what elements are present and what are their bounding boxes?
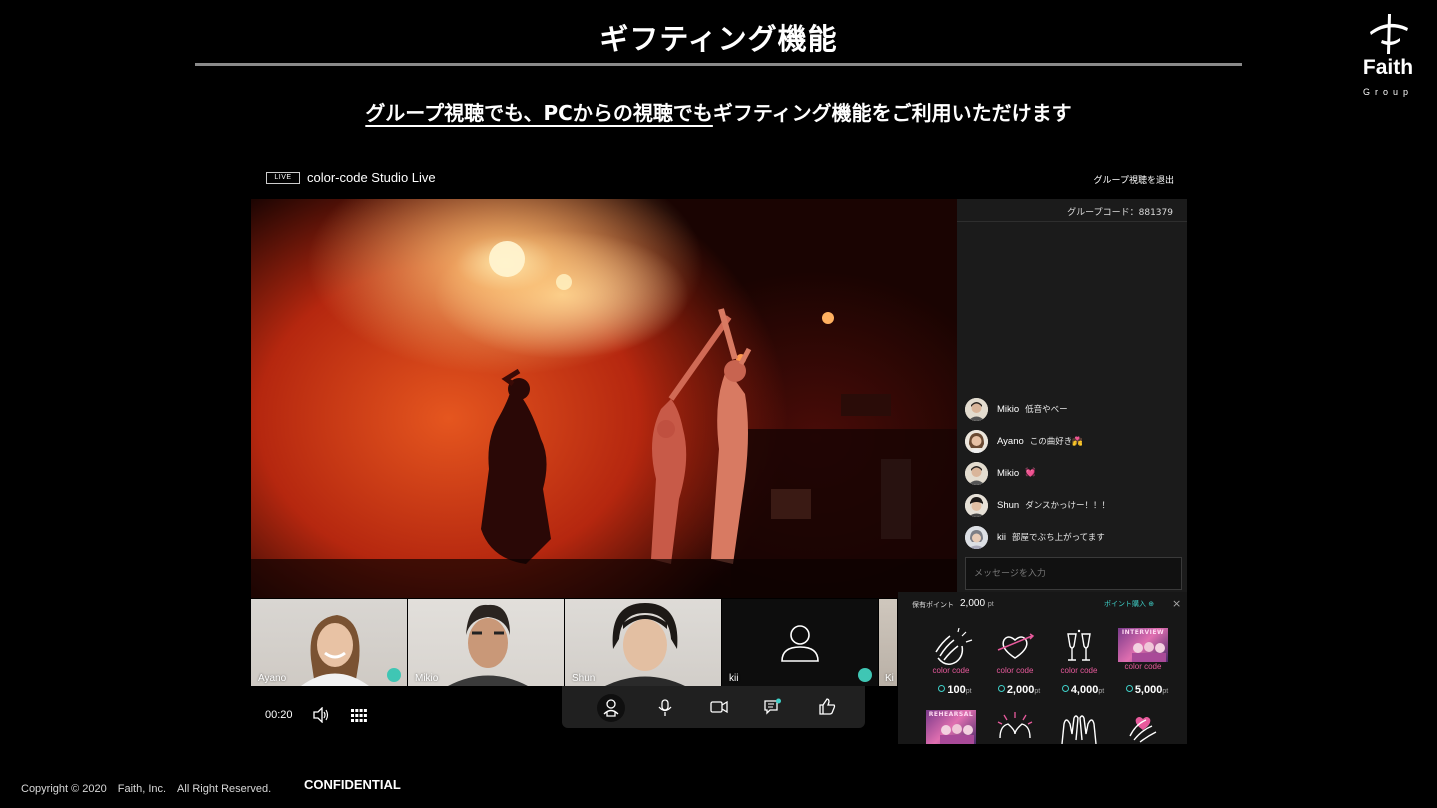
camera-icon[interactable]: [710, 700, 728, 714]
participant-tile[interactable]: kii: [722, 599, 878, 686]
faith-emblem-icon: [1370, 14, 1408, 54]
chat-message: kii 部屋でぶち上がってます: [965, 521, 1180, 553]
participant-name: kii: [729, 673, 739, 684]
stream-title: color-code Studio Live: [307, 170, 436, 185]
gift-item[interactable]: [1048, 710, 1108, 744]
gift-item[interactable]: REHEARSAL: [920, 710, 980, 744]
logo-subtitle: Group: [1362, 87, 1413, 97]
brand-label: color code: [1124, 662, 1162, 671]
group-view-button[interactable]: [596, 693, 626, 723]
faith-logo: Faith Group: [1352, 10, 1424, 102]
call-controls: [562, 686, 865, 728]
participant-tile[interactable]: Mikio: [408, 599, 564, 686]
champagne-toast-icon: color code: [1061, 629, 1098, 675]
gift-item[interactable]: color code 100pt: [920, 628, 980, 698]
gift-price: 100pt: [920, 684, 990, 696]
participant-name: Mikio: [415, 673, 439, 684]
svg-text:color code: color code: [933, 666, 970, 675]
avatar: [965, 397, 988, 421]
gift-price: 5,000pt: [1112, 684, 1182, 696]
gift-item[interactable]: color code 4,000pt: [1048, 628, 1108, 698]
microphone-icon[interactable]: [658, 699, 672, 717]
avatar: [965, 461, 988, 485]
user-placeholder-icon: [781, 625, 819, 662]
rehearsal-video-thumbnail: REHEARSAL: [926, 710, 976, 744]
slide-title: ギフティング機能: [599, 22, 838, 56]
gift-price: 4,000pt: [1048, 684, 1118, 696]
avatar: [965, 429, 988, 453]
gift-item[interactable]: [1112, 710, 1172, 744]
chat-text: 低音やべー: [1025, 405, 1068, 415]
points-label: 保有ポイント: [912, 601, 954, 609]
coin-icon: [1061, 685, 1069, 692]
chat-text: 部屋でぶち上がってます: [1011, 533, 1105, 543]
svg-text:color code: color code: [997, 666, 1034, 675]
stage-scene: [251, 241, 957, 598]
chat-text: ダンスかっけー！！！: [1025, 501, 1111, 511]
group-view-icon: [387, 668, 401, 682]
chat-icon[interactable]: [764, 698, 782, 715]
live-video[interactable]: [251, 199, 957, 598]
gift-item[interactable]: INTERVIEW color code 5,000pt: [1112, 628, 1172, 698]
gift-panel: 保有ポイント 2,000 pt ポイント購入 ⊕ × color code 10…: [898, 592, 1187, 744]
heart-arrow-icon: color code: [997, 633, 1035, 675]
title-divider: [195, 63, 1242, 66]
coin-icon: [938, 685, 946, 692]
leave-group-button[interactable]: グループ視聴を退出: [1080, 173, 1174, 186]
participant-name: Ki: [885, 673, 894, 684]
participant-tile[interactable]: Ayano: [251, 599, 407, 686]
heart-hands-icon: [997, 712, 1033, 739]
gift-panel-header: 保有ポイント 2,000 pt ポイント購入 ⊕ ×: [898, 592, 1187, 616]
chat-message: Mikio 低音やべー: [965, 393, 1180, 425]
slide-subtitle: グループ視聴でも、PCからの視聴でもギフティング機能をご利用いただけます: [0, 97, 1437, 126]
participant-name: Ayano: [258, 673, 287, 684]
avatar: [965, 525, 988, 549]
chat-message: Ayano この曲好き💏: [965, 425, 1180, 457]
avatar: [965, 493, 988, 517]
chat-message: Shun ダンスかっけー！！！: [965, 489, 1180, 521]
elapsed-time: 00:20: [265, 709, 293, 721]
participant-tile[interactable]: Ki: [879, 599, 897, 686]
thumbs-up-icon[interactable]: [819, 698, 836, 715]
volume-icon[interactable]: [312, 707, 330, 723]
clapping-heart-icon: [1129, 717, 1157, 743]
subtitle-rest: ギフティング機能をご利用いただけます: [712, 101, 1072, 125]
participant-tile[interactable]: Shun: [565, 599, 721, 686]
participant-name: Shun: [572, 673, 596, 684]
chat-list: Mikio 低音やべー Ayano この曲好き💏 Mikio 💓 Shun ダン…: [965, 393, 1180, 553]
chat-sender: Shun: [997, 499, 1020, 511]
coin-icon: [1125, 685, 1133, 692]
confidential-label: CONFIDENTIAL: [304, 777, 401, 792]
divider: [957, 221, 1187, 222]
buy-points-button[interactable]: ポイント購入 ⊕: [1104, 599, 1154, 609]
points-balance: 2,000 pt: [960, 598, 994, 609]
chat-sender: Mikio: [997, 467, 1020, 479]
chat-text: 💓: [1025, 468, 1036, 478]
chat-text: この曲好き💏: [1029, 437, 1083, 447]
close-icon[interactable]: ×: [1172, 597, 1181, 610]
raised-hands-icon: [1061, 715, 1097, 744]
gift-item[interactable]: color code 2,000pt: [984, 628, 1044, 698]
chat-sender: Mikio: [997, 403, 1020, 415]
logo-wordmark: Faith: [1362, 56, 1414, 79]
svg-text:color code: color code: [1061, 666, 1098, 675]
gift-item[interactable]: [984, 710, 1044, 744]
gift-price: 2,000pt: [984, 684, 1054, 696]
interview-video-thumbnail: INTERVIEW: [1118, 628, 1168, 662]
chat-sender: Ayano: [997, 435, 1024, 447]
message-input[interactable]: [965, 557, 1182, 590]
grid-icon[interactable]: [351, 709, 367, 722]
coin-icon: [997, 685, 1005, 692]
video-off-icon: [858, 668, 872, 682]
copyright-text: Copyright © 2020 Faith, Inc. All Right R…: [21, 783, 272, 795]
subtitle-underlined: グループ視聴でも、PCからの視聴でも: [365, 101, 713, 125]
chat-sender: kii: [997, 531, 1006, 543]
participant-tiles: Ayano Mikio Shun kii Ki: [251, 599, 897, 686]
chat-message: Mikio 💓: [965, 457, 1180, 489]
clapping-hands-icon: color code: [933, 628, 973, 675]
live-badge: LIVE: [266, 172, 300, 184]
group-code: グループコード：881379: [1067, 208, 1173, 218]
